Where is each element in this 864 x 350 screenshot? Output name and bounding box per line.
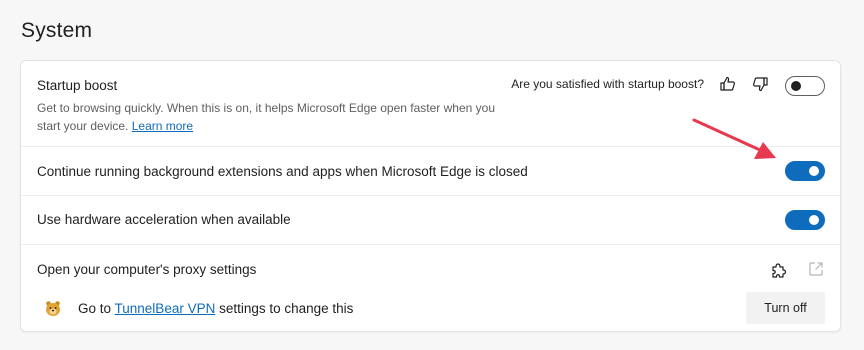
proxy-row: Open your computer's proxy settings [21, 245, 840, 333]
startup-boost-description-text: Get to browsing quickly. When this is on… [37, 101, 496, 133]
tunnelbear-vpn-link[interactable]: TunnelBear VPN [115, 301, 216, 316]
learn-more-link[interactable]: Learn more [132, 119, 193, 133]
annotation-arrow [692, 118, 776, 159]
notice-prefix: Go to [78, 301, 115, 316]
startup-boost-description: Get to browsing quickly. When this is on… [37, 100, 507, 135]
toggle-knob [791, 81, 801, 91]
hardware-acceleration-title: Use hardware acceleration when available [37, 212, 291, 227]
tunnelbear-icon [44, 299, 62, 317]
toggle-knob [809, 166, 819, 176]
startup-boost-toggle[interactable] [785, 76, 825, 96]
turn-off-button[interactable]: Turn off [746, 292, 825, 324]
puzzle-piece-icon [770, 261, 788, 279]
proxy-title[interactable]: Open your computer's proxy settings [37, 262, 256, 277]
thumbs-up-icon[interactable] [718, 74, 738, 94]
page-title: System [21, 19, 93, 42]
hardware-acceleration-toggle[interactable] [785, 210, 825, 230]
proxy-extension-notice: Go to TunnelBear VPN settings to change … [78, 301, 353, 316]
startup-boost-title: Startup boost [37, 78, 118, 93]
thumbs-down-icon[interactable] [750, 74, 770, 94]
toggle-knob [809, 215, 819, 225]
hardware-acceleration-row: Use hardware acceleration when available [21, 196, 840, 244]
open-external-icon [807, 260, 825, 278]
background-extensions-title: Continue running background extensions a… [37, 164, 528, 179]
system-settings-card: Startup boost Get to browsing quickly. W… [20, 60, 841, 332]
background-extensions-toggle[interactable] [785, 161, 825, 181]
startup-boost-question: Are you satisfied with startup boost? [511, 77, 704, 91]
notice-suffix: settings to change this [215, 301, 354, 316]
